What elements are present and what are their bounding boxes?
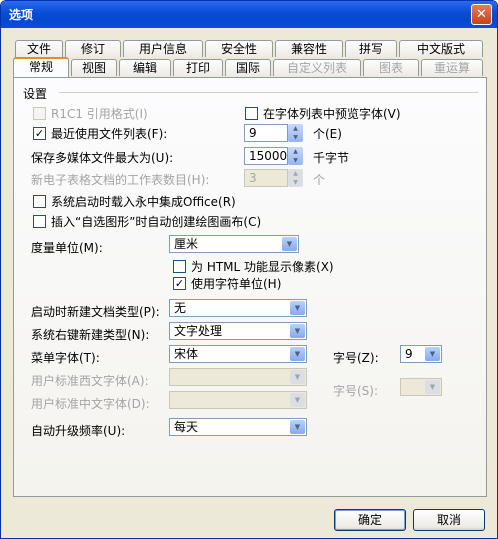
new-sheets-label: 新电子表格文档的工作表数目(H): bbox=[31, 173, 210, 187]
group-separator bbox=[59, 92, 478, 93]
tab-international[interactable]: 国际 bbox=[225, 59, 271, 76]
char-unit-label: 使用字符单位(H) bbox=[191, 277, 282, 291]
tab-view[interactable]: 视图 bbox=[71, 59, 117, 76]
chevron-down-icon[interactable]: ▼ bbox=[290, 324, 305, 338]
tab-compatibility[interactable]: 兼容性 bbox=[275, 40, 343, 57]
rightclick-type-label: 系统右键新建类型(N): bbox=[31, 328, 150, 342]
max-media-unit: 千字节 bbox=[313, 151, 350, 165]
new-sheets-unit: 个 bbox=[313, 173, 326, 187]
chevron-down-icon: ▼ bbox=[290, 393, 305, 407]
title-bar[interactable]: 选项 ✕ bbox=[1, 1, 497, 28]
menu-font-label: 菜单字体(T): bbox=[31, 351, 100, 365]
tab-file[interactable]: 文件 bbox=[15, 40, 63, 57]
close-button[interactable]: ✕ bbox=[471, 4, 492, 25]
rightclick-type-value: 文字处理 bbox=[174, 324, 223, 338]
settings-group-label: 设置 bbox=[23, 87, 48, 101]
tab-chart: 图表 bbox=[363, 59, 419, 76]
spin-down-icon[interactable]: ▼ bbox=[288, 133, 303, 142]
recent-files-unit: 个(E) bbox=[313, 127, 342, 141]
chevron-down-icon[interactable]: ▼ bbox=[425, 347, 440, 361]
max-media-spinner[interactable]: ▲ ▼ bbox=[288, 147, 303, 165]
spin-up-icon: ▲ bbox=[293, 170, 298, 177]
autoshape-canvas-label: 插入“自选图形”时自动创建绘图画布(C) bbox=[51, 215, 262, 229]
measure-unit-select[interactable]: 厘米 ▼ bbox=[169, 235, 299, 253]
r1c1-label: R1C1 引用格式(I) bbox=[51, 107, 148, 121]
menu-font-value: 宋体 bbox=[174, 347, 199, 361]
preview-fonts-checkbox[interactable] bbox=[245, 107, 258, 120]
tab-chinese-layout[interactable]: 中文版式 bbox=[399, 40, 483, 57]
recent-files-count-input[interactable]: 9 bbox=[244, 124, 288, 142]
recent-files-spinner[interactable]: ▲ ▼ bbox=[288, 124, 303, 142]
spin-down-icon[interactable]: ▼ bbox=[288, 156, 303, 165]
measure-unit-label: 度量单位(M): bbox=[31, 241, 103, 255]
recent-files-checkbox[interactable]: ✓ bbox=[33, 127, 46, 140]
r1c1-checkbox bbox=[33, 107, 46, 120]
tab-print[interactable]: 打印 bbox=[173, 59, 223, 76]
menu-font-size-select[interactable]: 9 ▼ bbox=[400, 345, 442, 363]
measure-unit-value: 厘米 bbox=[174, 237, 199, 251]
cancel-button[interactable]: 取消 bbox=[413, 509, 485, 531]
spin-down-icon: ▼ bbox=[293, 179, 298, 186]
chinese-font-select: ▼ bbox=[169, 391, 307, 409]
new-sheets-input: 3 bbox=[244, 169, 288, 187]
startup-doc-type-select[interactable]: 无 ▼ bbox=[169, 299, 307, 317]
spin-up-icon[interactable]: ▲ bbox=[288, 124, 303, 133]
tab-spelling[interactable]: 拼写 bbox=[345, 40, 397, 57]
chevron-down-icon[interactable]: ▼ bbox=[290, 420, 305, 434]
tab-custom-lists: 自定义列表 bbox=[273, 59, 361, 76]
options-dialog: 选项 ✕ 文件 修订 用户信息 安全性 兼容性 拼写 中文版式 常规 视图 编辑… bbox=[0, 0, 498, 539]
startup-office-checkbox[interactable] bbox=[33, 195, 46, 208]
chevron-down-icon[interactable]: ▼ bbox=[282, 237, 297, 251]
auto-upgrade-select[interactable]: 每天 ▼ bbox=[169, 418, 307, 436]
chevron-down-icon[interactable]: ▼ bbox=[290, 347, 305, 361]
max-media-input[interactable]: 15000 bbox=[244, 147, 288, 165]
recent-files-label: 最近使用文件列表(F): bbox=[51, 127, 168, 141]
tab-recalculation: 重运算 bbox=[421, 59, 483, 76]
char-unit-checkbox[interactable]: ✓ bbox=[173, 277, 186, 290]
menu-font-size-value: 9 bbox=[405, 347, 413, 361]
tab-revision[interactable]: 修订 bbox=[65, 40, 121, 57]
spin-up-icon[interactable]: ▲ bbox=[288, 147, 303, 156]
western-font-size-label: 字号(S): bbox=[333, 384, 379, 398]
preview-fonts-label: 在字体列表中预览字体(V) bbox=[263, 107, 401, 121]
startup-office-label: 系统启动时载入永中集成Office(R) bbox=[51, 195, 236, 209]
ok-button[interactable]: 确定 bbox=[334, 509, 406, 531]
western-font-select: ▼ bbox=[169, 368, 307, 386]
tab-general[interactable]: 常规 bbox=[13, 57, 69, 77]
chevron-down-icon[interactable]: ▼ bbox=[290, 301, 305, 315]
auto-upgrade-value: 每天 bbox=[174, 420, 199, 434]
auto-upgrade-label: 自动升级频率(U): bbox=[31, 424, 126, 438]
menu-font-select[interactable]: 宋体 ▼ bbox=[169, 345, 307, 363]
menu-font-size-label: 字号(Z): bbox=[333, 351, 379, 365]
tab-security[interactable]: 安全性 bbox=[205, 40, 273, 57]
western-font-size-select: ▼ bbox=[400, 378, 442, 396]
startup-doc-type-label: 启动时新建文档类型(P): bbox=[31, 305, 160, 319]
window-title: 选项 bbox=[9, 8, 34, 22]
tab-edit[interactable]: 编辑 bbox=[119, 59, 171, 76]
western-font-label: 用户标准西文字体(A): bbox=[31, 374, 149, 388]
rightclick-type-select[interactable]: 文字处理 ▼ bbox=[169, 322, 307, 340]
startup-doc-type-value: 无 bbox=[174, 301, 187, 315]
new-sheets-spinner: ▲ ▼ bbox=[288, 169, 303, 187]
tab-user-info[interactable]: 用户信息 bbox=[123, 40, 203, 57]
html-pixels-label: 为 HTML 功能显示像素(X) bbox=[191, 260, 334, 274]
chevron-down-icon: ▼ bbox=[425, 380, 440, 394]
html-pixels-checkbox[interactable] bbox=[173, 260, 186, 273]
chinese-font-label: 用户标准中文字体(D): bbox=[31, 397, 150, 411]
autoshape-canvas-checkbox[interactable] bbox=[33, 215, 46, 228]
max-media-label: 保存多媒体文件最大为(U): bbox=[31, 151, 174, 165]
chevron-down-icon: ▼ bbox=[290, 370, 305, 384]
